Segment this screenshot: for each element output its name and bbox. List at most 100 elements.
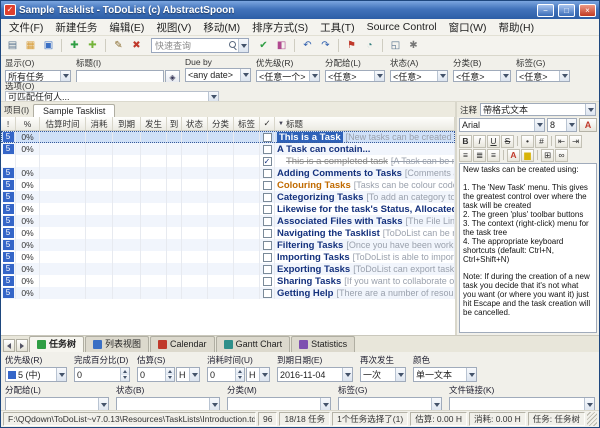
task-row[interactable]: 50%Adding Comments to Tasks[Comments are… xyxy=(1,167,455,179)
font-size-combo[interactable]: 8 xyxy=(547,118,577,132)
filter-priority-combo[interactable]: <任意一个> xyxy=(256,70,320,82)
task-row[interactable]: 50%A Task can contain... xyxy=(1,143,455,155)
column-header-est-time[interactable]: 估算时间 xyxy=(40,117,86,130)
menu-help[interactable]: 帮助(H) xyxy=(493,19,541,36)
menu-move[interactable]: 移动(M) xyxy=(197,19,246,36)
done-checkbox[interactable] xyxy=(263,181,272,190)
italic-button[interactable]: I xyxy=(473,135,486,148)
column-header-pri[interactable]: ! xyxy=(1,117,16,130)
filter-title-input[interactable] xyxy=(76,70,164,82)
task-row[interactable]: 50%Associated Files with Tasks[The File … xyxy=(1,215,455,227)
done-checkbox[interactable] xyxy=(263,289,272,298)
project-tab[interactable]: Sample Tasklist xyxy=(33,104,115,117)
column-header-title[interactable]: ▼标题 xyxy=(275,117,455,130)
filter-alloc-to-combo[interactable]: <任意> xyxy=(325,70,385,82)
attr-alloc-to-combo[interactable] xyxy=(5,397,109,410)
title-bar[interactable]: ✓ Sample Tasklist - ToDoList (c) Abstrac… xyxy=(1,1,599,19)
attr-file-link-combo[interactable] xyxy=(449,397,595,410)
bold-button[interactable]: B xyxy=(459,135,472,148)
save-tasklist-button[interactable]: ▣ xyxy=(40,38,57,54)
spinner-buttons[interactable] xyxy=(235,368,244,381)
task-row[interactable]: 50%Exporting Tasks[ToDoList can export t… xyxy=(1,263,455,275)
flag-task-button[interactable]: ⚑ xyxy=(343,38,360,54)
attr-priority-combo[interactable]: 5 (中) xyxy=(5,367,67,382)
indent-button[interactable]: ⇥ xyxy=(569,135,582,148)
strikethrough-button[interactable]: S xyxy=(501,135,514,148)
column-header-check[interactable]: ✓ xyxy=(260,117,275,130)
align-center-button[interactable]: ≣ xyxy=(473,149,486,162)
menu-tools[interactable]: 工具(T) xyxy=(314,19,360,36)
view-tab-calendar[interactable]: Calendar xyxy=(150,336,215,352)
redo-button[interactable]: ↷ xyxy=(317,38,334,54)
done-checkbox[interactable] xyxy=(263,205,272,214)
filter-status-combo[interactable]: <任意> xyxy=(390,70,448,82)
task-row[interactable]: 50%Importing Tasks[ToDoList is able to i… xyxy=(1,251,455,263)
column-header-spent[interactable]: 消耗 xyxy=(86,117,113,130)
menu-new-task[interactable]: 新建任务 xyxy=(49,19,103,36)
filter-title-options-button[interactable]: ◈ xyxy=(165,70,180,82)
attr-text-color-combo[interactable]: 单一文本 xyxy=(413,367,477,382)
close-button[interactable]: × xyxy=(579,4,596,17)
font-name-combo[interactable]: Arial xyxy=(459,118,545,132)
spinner-buttons[interactable] xyxy=(120,368,129,381)
open-tasklist-button[interactable]: ▦ xyxy=(22,38,39,54)
done-checkbox[interactable] xyxy=(263,133,272,142)
column-header-status[interactable]: 状态 xyxy=(182,117,208,130)
task-row[interactable]: 50%This is a Task[New tasks can be creat… xyxy=(1,131,455,143)
attr-category-combo[interactable] xyxy=(227,397,331,410)
spinner-buttons[interactable] xyxy=(165,368,174,381)
task-row[interactable]: 50%Likewise for the task's Status, Alloc… xyxy=(1,203,455,215)
filter-options-combo[interactable]: 可匹配任何人... xyxy=(5,91,219,102)
comments-text[interactable]: New tasks can be created using: 1. The '… xyxy=(459,163,597,333)
new-task-button[interactable]: ✚ xyxy=(66,38,83,54)
column-header-category[interactable]: 分类 xyxy=(208,117,234,130)
done-checkbox[interactable]: ✓ xyxy=(263,157,272,166)
resize-grip[interactable] xyxy=(587,412,597,426)
filter-category-combo[interactable]: <任意> xyxy=(453,70,511,82)
task-row[interactable]: 50%Colouring Tasks[Tasks can be colour c… xyxy=(1,179,455,191)
attr-due-date-combo[interactable]: 2016-11-04 xyxy=(277,367,353,382)
task-row[interactable]: 50%Filtering Tasks[Once you have been wo… xyxy=(1,239,455,251)
task-row[interactable]: 50%Categorizing Tasks[To add an category… xyxy=(1,191,455,203)
menu-sort[interactable]: 排序方式(S) xyxy=(246,19,314,36)
menu-window[interactable]: 窗口(W) xyxy=(443,19,493,36)
bullet-list-button[interactable]: • xyxy=(521,135,534,148)
view-tab-list-view[interactable]: 列表视图 xyxy=(85,336,149,352)
insert-table-button[interactable]: ⊞ xyxy=(541,149,554,162)
outdent-button[interactable]: ⇤ xyxy=(555,135,568,148)
menu-view[interactable]: 视图(V) xyxy=(150,19,197,36)
complete-task-button[interactable]: ✔ xyxy=(255,38,272,54)
attr-tags-combo[interactable] xyxy=(338,397,442,410)
done-checkbox[interactable] xyxy=(263,277,272,286)
done-checkbox[interactable] xyxy=(263,241,272,250)
numbered-list-button[interactable]: # xyxy=(535,135,548,148)
quick-search-box[interactable]: 快速查询 xyxy=(151,38,249,53)
attr-time-spent-spinner[interactable]: 0 xyxy=(207,367,245,382)
menu-file[interactable]: 文件(F) xyxy=(3,19,49,36)
align-left-button[interactable]: ≡ xyxy=(459,149,472,162)
column-header-to[interactable]: 到 xyxy=(167,117,182,130)
undo-button[interactable]: ↶ xyxy=(299,38,316,54)
text-color-button[interactable]: A xyxy=(507,149,520,162)
underline-button[interactable]: U xyxy=(487,135,500,148)
maximize-view-button[interactable]: ◱ xyxy=(387,38,404,54)
new-subtask-button[interactable]: ✚ xyxy=(84,38,101,54)
done-checkbox[interactable] xyxy=(263,145,272,154)
done-checkbox[interactable] xyxy=(263,229,272,238)
view-tab-statistics[interactable]: Statistics xyxy=(291,336,355,352)
time-track-button[interactable]: ◔ xyxy=(361,38,378,54)
column-header-tag[interactable]: 标签 xyxy=(234,117,260,130)
attr-status-combo[interactable] xyxy=(116,397,220,410)
done-checkbox[interactable] xyxy=(263,253,272,262)
attr-recurrence-combo[interactable]: 一次 xyxy=(360,367,406,382)
filter-due-by-combo[interactable]: <any date> xyxy=(185,68,251,82)
task-row[interactable]: 50%Getting Help[There are a number of re… xyxy=(1,287,455,299)
task-color-button[interactable]: ◧ xyxy=(273,38,290,54)
delete-task-button[interactable]: ✖ xyxy=(128,38,145,54)
task-row[interactable]: 50%Navigating the Tasklist[ToDoList can … xyxy=(1,227,455,239)
menu-source-control[interactable]: Source Control xyxy=(361,20,443,34)
done-checkbox[interactable] xyxy=(263,217,272,226)
new-tasklist-button[interactable]: ▤ xyxy=(4,38,21,54)
edit-task-button[interactable]: ✎ xyxy=(110,38,127,54)
view-tab-task-tree[interactable]: 任务树 xyxy=(29,336,84,352)
